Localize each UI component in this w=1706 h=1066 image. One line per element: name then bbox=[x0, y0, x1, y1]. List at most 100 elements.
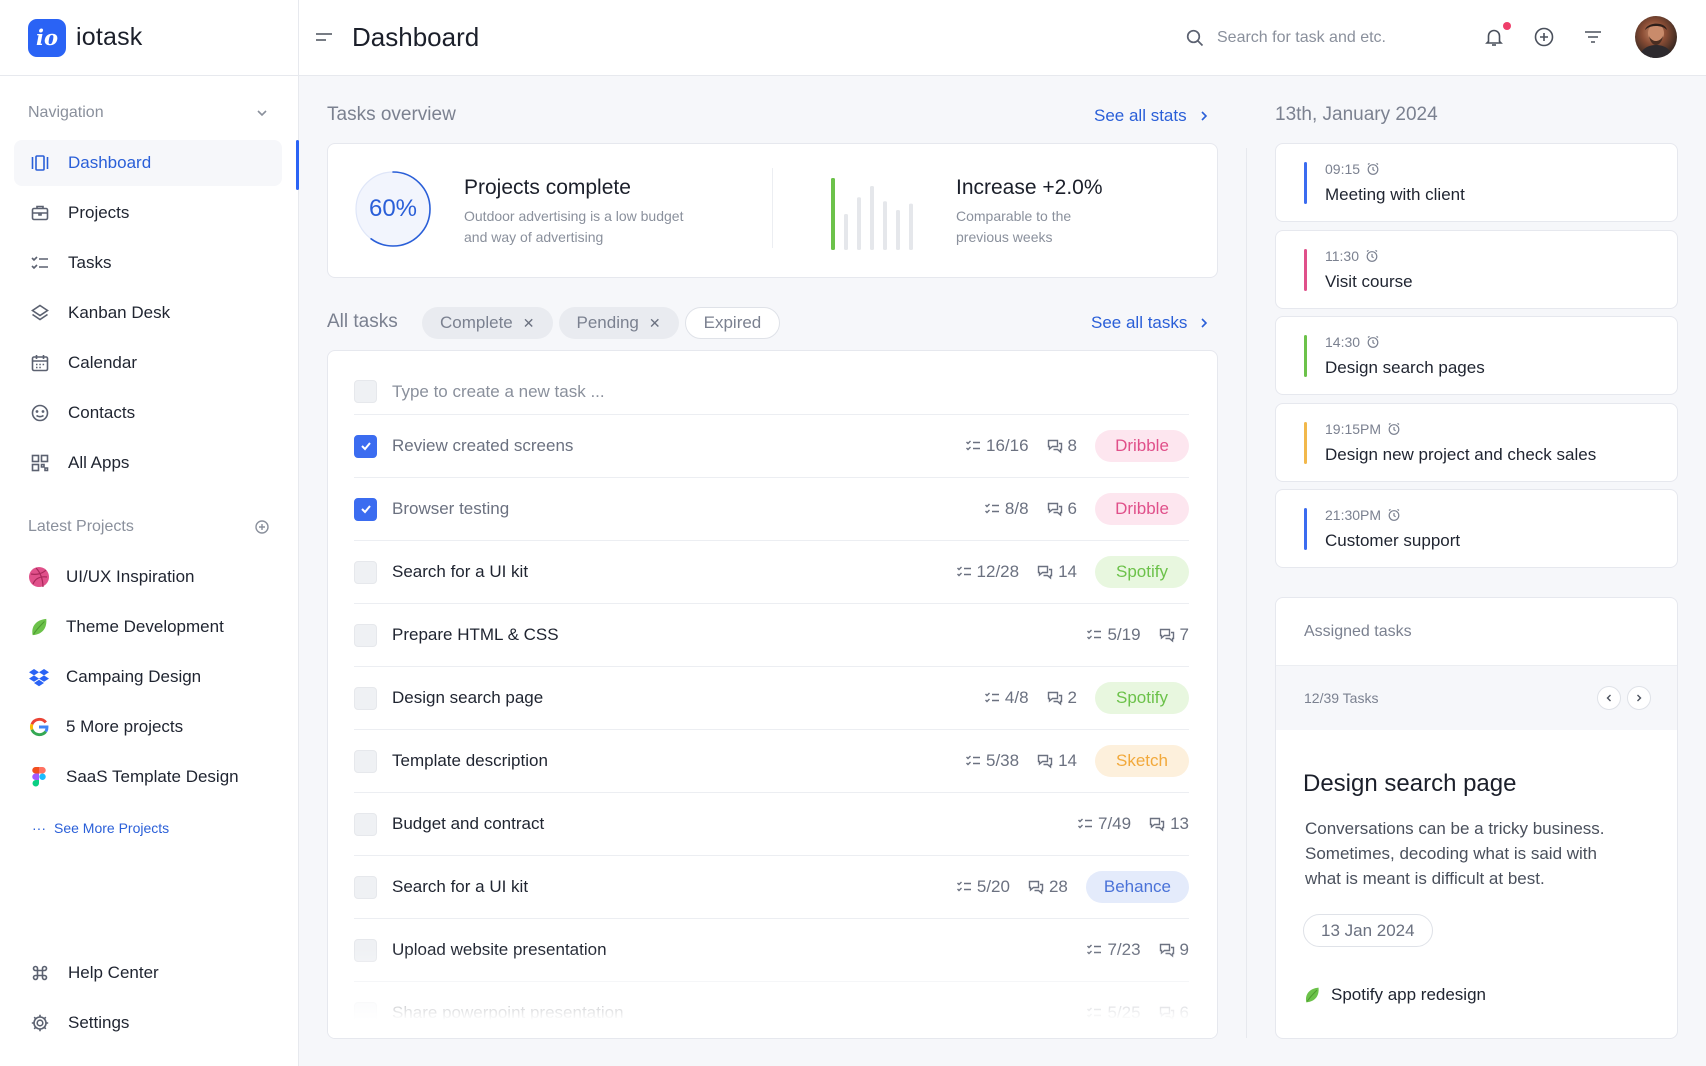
subtasks-icon bbox=[956, 881, 971, 892]
see-more-projects-link[interactable]: ··· See More Projects bbox=[32, 820, 169, 836]
task-row[interactable]: Design search page 4/8 2 Spotify bbox=[354, 667, 1189, 730]
sidebar-item-all-apps[interactable]: All Apps bbox=[14, 440, 282, 486]
task-comments: 13 bbox=[1149, 814, 1189, 834]
task-name: Browser testing bbox=[392, 499, 510, 518]
task-checkbox[interactable] bbox=[354, 623, 377, 647]
close-icon[interactable]: ✕ bbox=[649, 315, 661, 332]
task-checkbox[interactable] bbox=[354, 686, 377, 710]
sidebar-item-settings[interactable]: Settings bbox=[14, 1000, 282, 1046]
schedule-event[interactable]: 11:30 Visit course bbox=[1275, 229, 1678, 309]
sidebar-item-kanban[interactable]: Kanban Desk bbox=[14, 290, 282, 336]
filter-chip-complete[interactable]: Complete ✕ bbox=[422, 307, 553, 339]
sidebar: io iotask Navigation Dashboard Projects … bbox=[0, 0, 299, 1066]
bell-icon[interactable] bbox=[1483, 26, 1505, 48]
menu-toggle-icon[interactable] bbox=[315, 30, 333, 44]
sidebar-item-tasks[interactable]: Tasks bbox=[14, 240, 282, 286]
task-name: Design search page bbox=[392, 688, 544, 707]
notification-dot bbox=[1503, 22, 1511, 30]
schedule-event[interactable]: 09:15 Meeting with client bbox=[1275, 143, 1678, 222]
task-checkbox[interactable] bbox=[354, 1001, 377, 1025]
main-nav: Dashboard Projects Tasks Kanban Desk Cal… bbox=[14, 140, 282, 490]
task-name: Search for a UI kit bbox=[392, 877, 529, 896]
sidebar-item-contacts[interactable]: Contacts bbox=[14, 390, 282, 436]
leaf-icon bbox=[28, 616, 50, 638]
task-row[interactable]: Budget and contract 7/49 13 bbox=[354, 793, 1189, 856]
projects-complete-title: Projects complete bbox=[464, 176, 631, 199]
task-tag[interactable]: Behance bbox=[1085, 871, 1189, 903]
navigation-heading[interactable]: Navigation bbox=[28, 104, 270, 122]
filter-chip-pending[interactable]: Pending ✕ bbox=[558, 307, 679, 339]
search-icon[interactable] bbox=[1185, 28, 1205, 48]
event-title: Design new project and check sales bbox=[1325, 444, 1597, 464]
brand[interactable]: io iotask bbox=[0, 0, 298, 76]
alarm-clock-icon bbox=[1388, 508, 1400, 521]
chevron-right-icon bbox=[1201, 318, 1208, 328]
task-checkbox[interactable] bbox=[354, 938, 377, 962]
subtasks-icon bbox=[1077, 818, 1092, 829]
task-tag[interactable]: Spotify bbox=[1095, 556, 1189, 588]
see-all-stats-link[interactable]: See all stats bbox=[1094, 106, 1211, 126]
project-item-saas[interactable]: SaaS Template Design bbox=[14, 754, 282, 800]
close-icon[interactable]: ✕ bbox=[523, 315, 535, 332]
new-task-input[interactable]: Type to create a new task ... bbox=[392, 382, 605, 402]
task-tag[interactable]: Sketch bbox=[1095, 745, 1189, 777]
user-avatar[interactable] bbox=[1635, 16, 1677, 58]
prev-button[interactable] bbox=[1597, 686, 1621, 710]
task-checkbox[interactable] bbox=[354, 497, 377, 521]
schedule-event[interactable]: 14:30 Design search pages bbox=[1275, 316, 1678, 395]
overview-divider bbox=[772, 168, 773, 248]
schedule-event[interactable]: 19:15PM Design new project and check sale… bbox=[1275, 402, 1678, 482]
task-tag[interactable]: Dribble bbox=[1095, 430, 1189, 462]
sidebar-item-dashboard[interactable]: Dashboard bbox=[14, 140, 282, 186]
task-row[interactable]: Upload website presentation 7/23 9 bbox=[354, 919, 1189, 982]
comments-icon bbox=[1047, 439, 1062, 454]
task-row[interactable]: Browser testing 8/8 6 Dribble bbox=[354, 478, 1189, 541]
chevron-down-icon[interactable] bbox=[254, 105, 270, 121]
task-checkbox[interactable] bbox=[354, 812, 377, 836]
schedule-event[interactable]: 21:30PM Customer support bbox=[1275, 489, 1678, 568]
sidebar-item-help-center[interactable]: Help Center bbox=[14, 950, 282, 996]
task-row[interactable]: Search for a UI kit 5/20 28 Behance bbox=[354, 856, 1189, 919]
task-row[interactable]: Search for a UI kit 12/28 14 Spotify bbox=[354, 541, 1189, 604]
more-dots-icon: ··· bbox=[32, 820, 46, 836]
sidebar-item-calendar[interactable]: Calendar bbox=[14, 340, 282, 386]
task-checkbox[interactable] bbox=[354, 560, 377, 584]
briefcase-icon bbox=[31, 205, 49, 221]
filter-chip-expired[interactable]: Expired bbox=[684, 307, 781, 339]
add-circle-icon[interactable] bbox=[1533, 26, 1555, 48]
task-subtasks: 16/16 bbox=[965, 436, 1029, 456]
next-button[interactable] bbox=[1627, 686, 1651, 710]
task-row[interactable]: Review created screens 16/16 8 Dribble bbox=[354, 415, 1189, 478]
task-checkbox[interactable] bbox=[354, 875, 377, 899]
task-row[interactable]: Prepare HTML & CSS 5/19 7 bbox=[354, 604, 1189, 667]
task-row[interactable]: Share powerpoint presentation 5/25 6 bbox=[354, 982, 1189, 1038]
task-name: Budget and contract bbox=[392, 814, 545, 833]
alarm-clock-icon bbox=[1367, 162, 1379, 175]
new-task-row[interactable]: Type to create a new task ... bbox=[354, 369, 1189, 415]
task-row[interactable]: Template description 5/38 14 Sketch bbox=[354, 730, 1189, 793]
assigned-task-project[interactable]: Spotify app redesign bbox=[1303, 985, 1486, 1005]
see-all-tasks-link[interactable]: See all tasks bbox=[1091, 313, 1211, 333]
gear-icon bbox=[31, 1014, 49, 1032]
add-project-icon[interactable] bbox=[254, 519, 270, 535]
task-checkbox[interactable] bbox=[354, 434, 377, 458]
task-filters: Complete ✕ Pending ✕ Expired bbox=[422, 307, 781, 339]
projects-complete-subtitle: Outdoor advertising is a low budget and … bbox=[464, 208, 684, 245]
project-item-theme-dev[interactable]: Theme Development bbox=[14, 604, 282, 650]
assigned-tasks-card: Assigned tasks 12/39 Tasks Design search… bbox=[1275, 597, 1678, 1039]
sidebar-item-projects[interactable]: Projects bbox=[14, 190, 282, 236]
filter-icon[interactable] bbox=[1582, 26, 1604, 48]
project-item-more[interactable]: 5 More projects bbox=[14, 704, 282, 750]
task-checkbox[interactable] bbox=[354, 749, 377, 773]
project-item-uiux[interactable]: UI/UX Inspiration bbox=[14, 554, 282, 600]
project-item-campaign[interactable]: Campaing Design bbox=[14, 654, 282, 700]
task-tag[interactable]: Dribble bbox=[1095, 493, 1189, 525]
mini-bar bbox=[896, 210, 900, 250]
comments-icon bbox=[1159, 1006, 1174, 1021]
event-color-bar bbox=[1304, 248, 1307, 291]
search-input[interactable] bbox=[1217, 29, 1447, 47]
task-tag[interactable]: Spotify bbox=[1095, 682, 1189, 714]
new-task-checkbox bbox=[354, 380, 377, 403]
task-subtasks: 5/25 bbox=[1086, 1003, 1141, 1023]
latest-projects-list: UI/UX Inspiration Theme Development Camp… bbox=[14, 554, 282, 804]
